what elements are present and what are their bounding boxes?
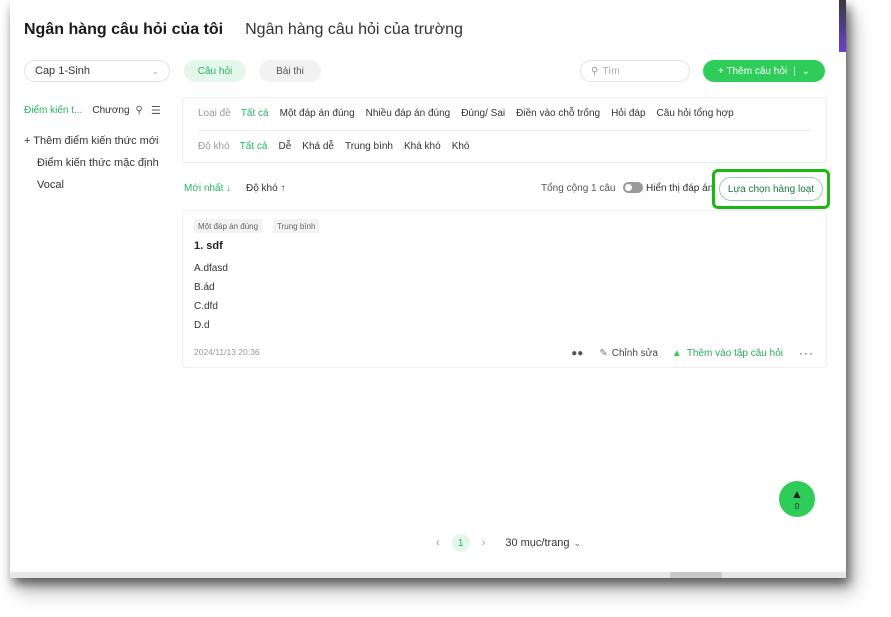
subject-select-value: Cap 1-Sinh [35, 65, 91, 77]
filter-option[interactable]: Dễ [278, 141, 291, 152]
search-placeholder: Tìm [602, 65, 620, 77]
option-a: A.dfasd [194, 263, 228, 274]
filter-label: Độ khó [198, 141, 230, 152]
tab-exams[interactable]: Bài thi [259, 60, 321, 82]
filter-option[interactable]: Hỏi đáp [611, 108, 645, 119]
scrollbar-thumb[interactable] [670, 572, 722, 578]
option-d: D.d [194, 320, 210, 331]
divider [198, 130, 811, 131]
chevron-down-icon[interactable]: ⌄ [574, 538, 582, 549]
prev-page-icon[interactable]: ‹ [436, 537, 440, 549]
question-type-tag: Một đáp án đúng [194, 219, 263, 233]
filter-option[interactable]: Tất cả [240, 141, 268, 152]
filter-option[interactable]: Một đáp án đúng [280, 108, 355, 119]
basket-fab[interactable]: ▲ 0 [779, 481, 815, 517]
option-b: B.ád [194, 282, 215, 293]
menu-collapse-icon[interactable]: ☰ [151, 104, 161, 117]
sidebar-item-default[interactable]: Điểm kiến thức mặc định [37, 157, 159, 169]
subject-select[interactable]: Cap 1-Sinh ⌄ [24, 60, 170, 82]
filter-label: Loại đề [198, 108, 231, 119]
filter-option[interactable]: Điền vào chỗ trống [516, 108, 600, 119]
option-c: C.dfd [194, 301, 218, 312]
sort-newest[interactable]: Mới nhất ↓ [184, 183, 231, 194]
card-actions: ●● ✎ Chỉnh sửa ▲ Thêm vào tập câu hỏi ··… [571, 346, 814, 360]
total-count: Tổng cộng 1 câu [541, 183, 616, 194]
edit-icon[interactable]: ✎ [599, 348, 607, 359]
button-separator: | [793, 65, 796, 77]
basket-count: 0 [794, 502, 800, 511]
search-input[interactable]: ⚲ Tìm [580, 60, 690, 82]
scrollbar-strip[interactable] [839, 0, 846, 52]
filter-option[interactable]: Khá khó [404, 141, 441, 152]
question-card: Một đáp án đúng Trung bình 1. sdf A.dfas… [182, 210, 827, 368]
toggle-knob [625, 184, 632, 191]
search-icon[interactable]: ⚲ [136, 105, 143, 116]
show-answers-label: Hiển thị đáp án [646, 183, 714, 194]
bulk-select-button[interactable]: Lựa chọn hàng loạt [719, 177, 823, 201]
search-icon: ⚲ [591, 65, 599, 77]
horizontal-scrollbar[interactable] [10, 572, 846, 578]
add-question-label: Thêm câu hỏi [726, 65, 788, 77]
question-title: 1. sdf [194, 240, 223, 252]
pagination: ‹ 1 › 30 mục/trang ⌄ [424, 534, 581, 552]
tab-my-bank[interactable]: Ngân hàng câu hỏi của tôi [24, 21, 223, 39]
filter-option[interactable]: Khó [452, 141, 470, 152]
edit-button[interactable]: Chỉnh sửa [612, 348, 658, 359]
filter-option[interactable]: Tất cả [241, 108, 269, 119]
plus-icon: + [717, 65, 727, 77]
share-users-icon[interactable]: ●● [571, 348, 583, 359]
question-date: 2024/11/13 20:36 [194, 347, 260, 357]
sidebar-header: Điểm kiến t... Chương ⚲ ☰ [24, 104, 170, 117]
basket-icon: ▲ [791, 487, 803, 501]
filter-option[interactable]: Khá dễ [302, 141, 334, 152]
add-knowledge-point[interactable]: + Thêm điểm kiến thức mới [24, 135, 159, 147]
app-window: Ngân hàng câu hỏi của tôi Ngân hàng câu … [10, 0, 846, 578]
chevron-down-icon: ⌄ [151, 65, 159, 76]
filter-option[interactable]: Câu hỏi tổng hợp [657, 108, 734, 119]
add-to-set-button[interactable]: Thêm vào tập câu hỏi [687, 348, 783, 359]
filter-panel: Loại đề Tất cả Một đáp án đúng Nhiều đáp… [182, 97, 827, 163]
basket-icon[interactable]: ▲ [672, 348, 682, 359]
per-page-select[interactable]: 30 mục/trang [505, 537, 569, 549]
sidebar-tab-chapter[interactable]: Chương [92, 105, 129, 116]
tab-questions[interactable]: Câu hỏi [184, 60, 246, 82]
add-question-button[interactable]: + Thêm câu hỏi | ⌄ [703, 60, 825, 82]
chevron-down-icon[interactable]: ⌄ [802, 66, 810, 77]
filter-option[interactable]: Trung bình [345, 141, 393, 152]
next-page-icon[interactable]: › [482, 537, 486, 549]
tab-school-bank[interactable]: Ngân hàng câu hỏi của trường [245, 21, 463, 39]
sort-difficulty[interactable]: Độ khó ↑ [246, 183, 285, 194]
question-type-filter: Loại đề Tất cả Một đáp án đúng Nhiều đáp… [198, 108, 745, 119]
difficulty-tag: Trung bình [273, 219, 320, 233]
sidebar-item-vocal[interactable]: Vocal [37, 179, 64, 191]
difficulty-filter: Độ khó Tất cả Dễ Khá dễ Trung bình Khá k… [198, 141, 480, 152]
filter-option[interactable]: Nhiều đáp án đúng [366, 108, 451, 119]
sidebar-tab-knowledge[interactable]: Điểm kiến t... [24, 105, 82, 116]
filter-option[interactable]: Đúng/ Sai [461, 108, 505, 119]
bank-tabs: Ngân hàng câu hỏi của tôi Ngân hàng câu … [24, 21, 485, 39]
current-page[interactable]: 1 [451, 534, 470, 552]
show-answers-toggle[interactable] [623, 182, 643, 193]
more-icon[interactable]: ··· [799, 346, 814, 360]
